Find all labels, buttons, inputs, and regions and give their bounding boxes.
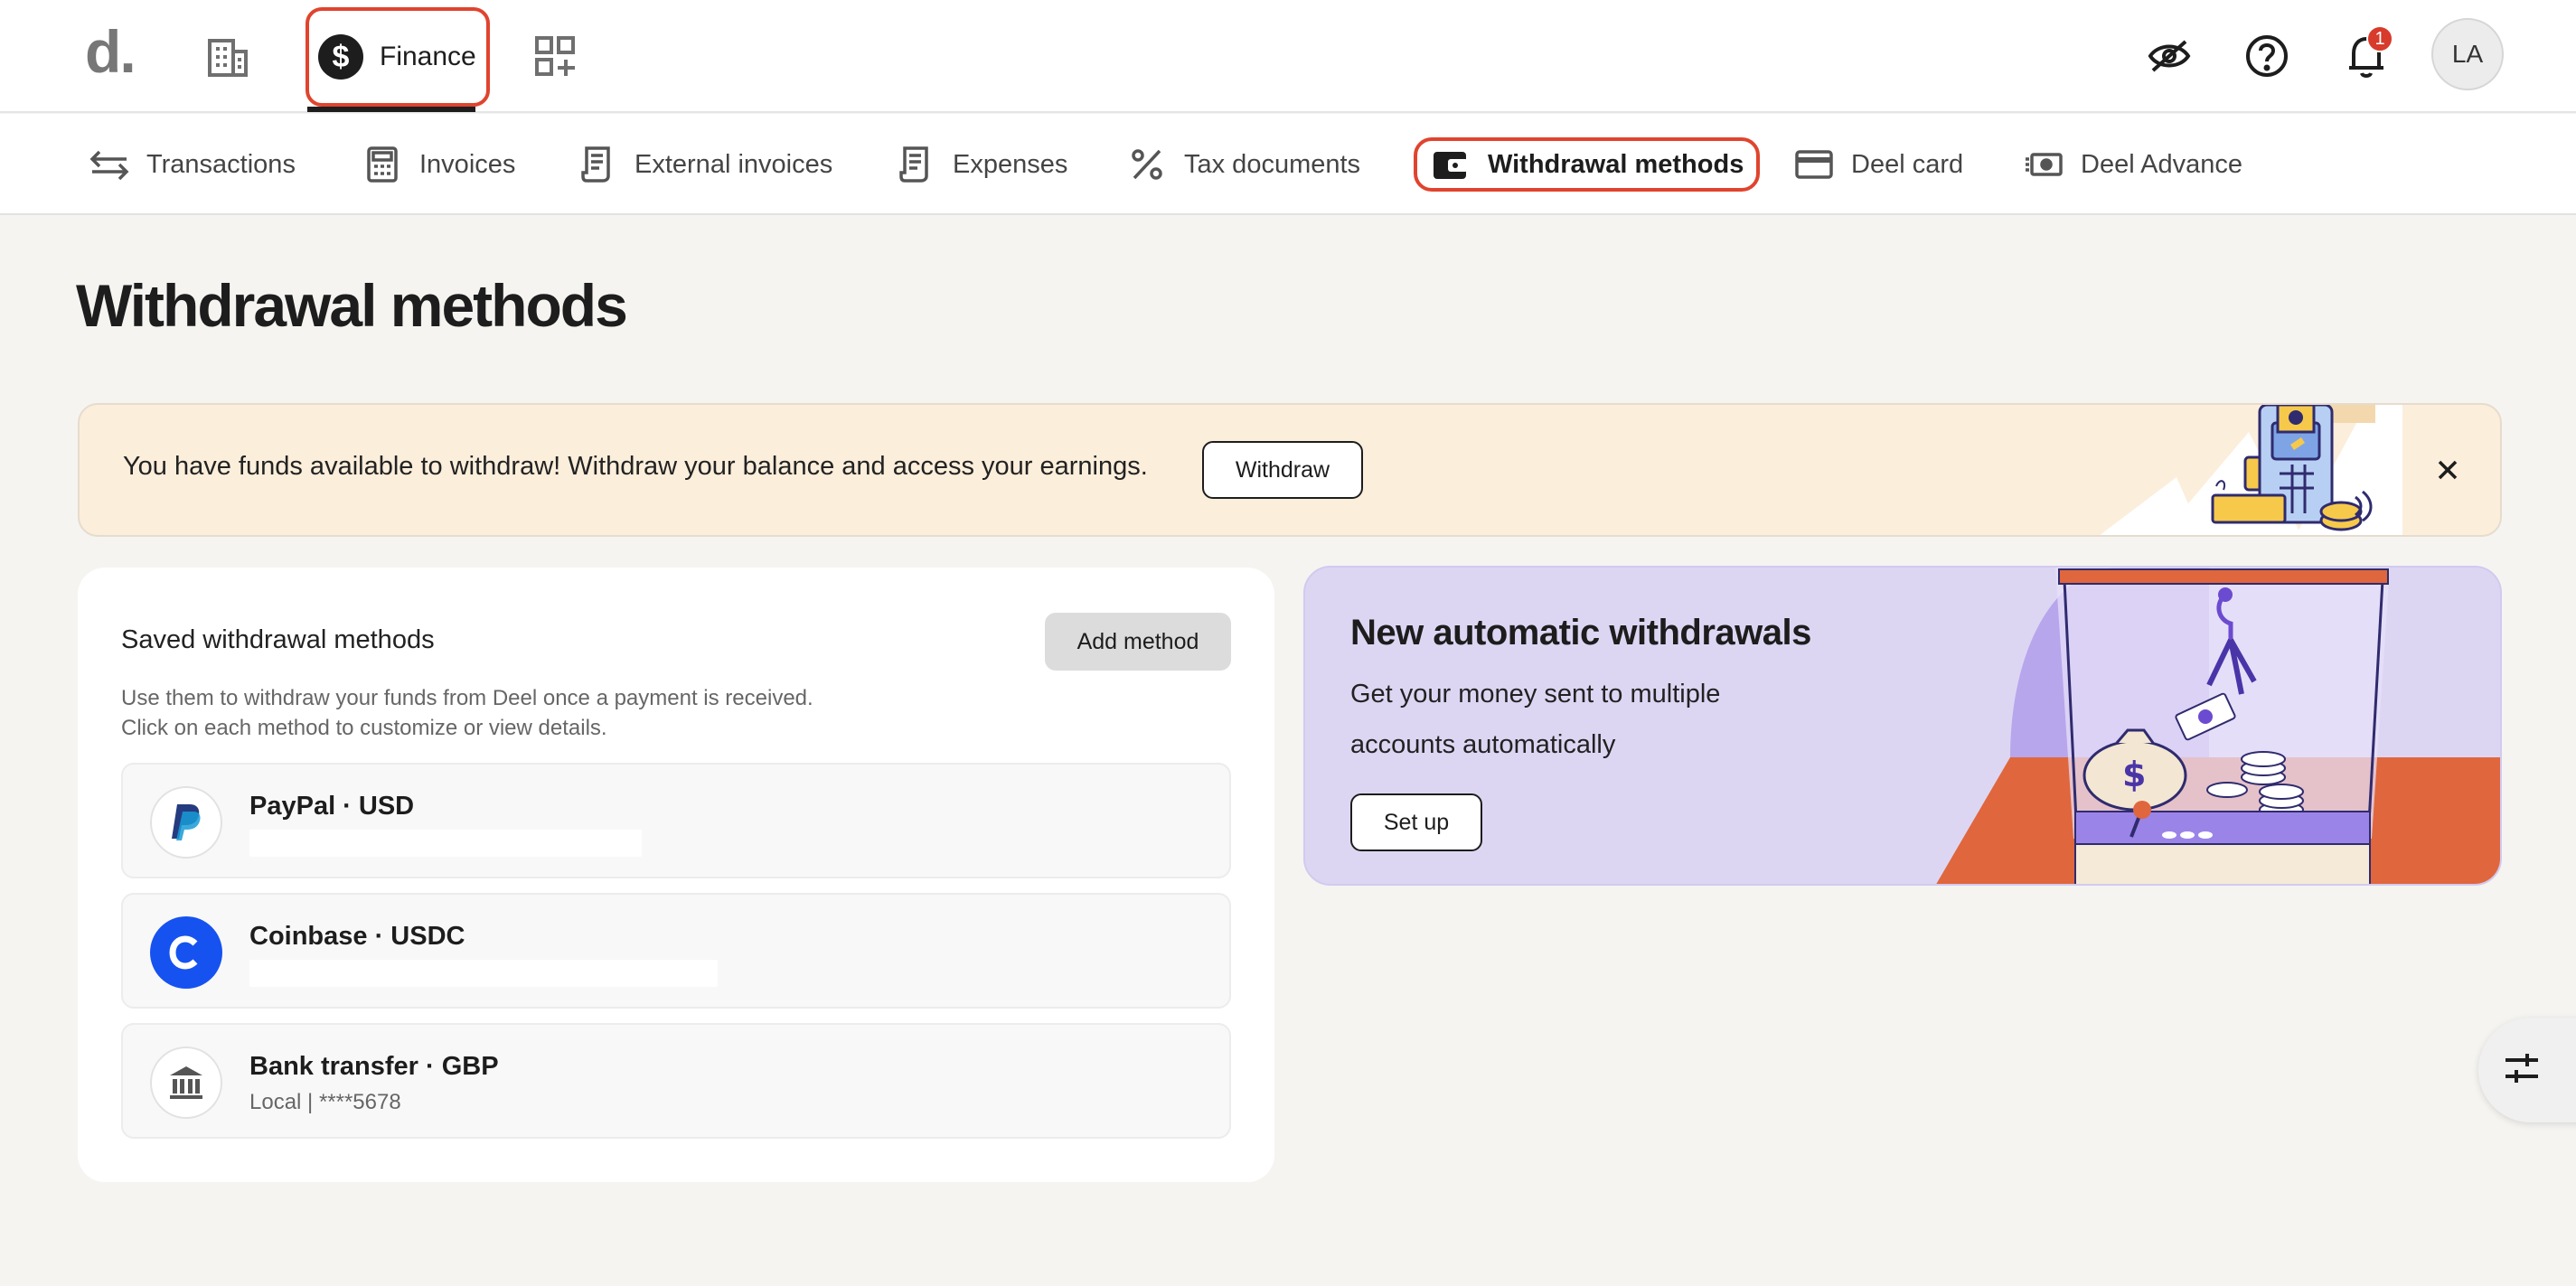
tab-label: Invoices [419, 149, 516, 179]
tab-withdrawal-methods[interactable]: Withdrawal methods [1414, 137, 1761, 192]
tab-label: Expenses [953, 149, 1068, 179]
promo-title: New automatic withdrawals [1350, 613, 1811, 652]
tab-label: Tax documents [1184, 149, 1361, 179]
percent-icon [1126, 144, 1168, 185]
method-details-redacted [249, 830, 642, 857]
tab-label: Withdrawal methods [1488, 149, 1744, 179]
finance-subnav: Transactions Invoices External invoices [0, 114, 2576, 215]
method-title: Bank transfer · GBP [249, 1052, 499, 1081]
receipt-icon [577, 144, 618, 185]
method-details-redacted [249, 960, 718, 987]
eye-off-icon[interactable] [2142, 29, 2196, 83]
avatar[interactable]: LA [2431, 18, 2504, 90]
banner-text: You have funds available to withdraw! Wi… [123, 452, 1148, 481]
tab-external-invoices[interactable]: External invoices [577, 137, 832, 192]
top-bar: d. $ Finance 1 LA [0, 0, 2576, 113]
cash-icon [2023, 144, 2064, 185]
method-subtitle: Local | ****5678 [249, 1090, 401, 1114]
tab-label: Deel card [1851, 149, 1964, 179]
bank-icon [150, 1047, 222, 1119]
calculator-icon [362, 144, 403, 185]
coinbase-icon [150, 916, 222, 989]
paypal-icon [150, 786, 222, 859]
finance-icon: $ [318, 34, 363, 80]
tab-label: Transactions [146, 149, 296, 179]
saved-methods-card: Saved withdrawal methods Add method Use … [78, 568, 1274, 1182]
payment-terminal-illustration [2068, 405, 2402, 535]
close-icon[interactable] [2424, 446, 2471, 493]
wallet-icon [1430, 144, 1471, 185]
finance-tab[interactable]: $ Finance [306, 7, 490, 107]
promo-text: Get your money sent to multiple accounts… [1350, 680, 1721, 759]
svg-text:$: $ [2122, 755, 2146, 794]
page-title: Withdrawal methods [76, 272, 628, 339]
method-title: Coinbase · USDC [249, 922, 465, 951]
saved-methods-title: Saved withdrawal methods [121, 625, 435, 654]
saved-methods-description: Use them to withdraw your funds from Dee… [121, 683, 813, 743]
method-bank-transfer[interactable]: Bank transfer · GBP Local | ****5678 [121, 1023, 1231, 1139]
withdraw-button[interactable]: Withdraw [1202, 441, 1363, 499]
automatic-withdrawals-promo: New automatic withdrawals Get your money… [1303, 566, 2502, 886]
finance-tab-label: Finance [380, 42, 476, 71]
description-line: Click on each method to customize or vie… [121, 716, 607, 740]
tab-invoices[interactable]: Invoices [362, 137, 515, 192]
method-title: PayPal · USD [249, 792, 415, 821]
claw-machine-illustration: $ [1884, 568, 2500, 884]
filter-settings-button[interactable] [2478, 1018, 2576, 1122]
tab-tax-documents[interactable]: Tax documents [1126, 137, 1360, 192]
tab-deel-card[interactable]: Deel card [1793, 137, 1963, 192]
tab-transactions[interactable]: Transactions [89, 137, 296, 192]
transfer-arrows-icon [89, 144, 130, 185]
tab-label: Deel Advance [2081, 149, 2242, 179]
help-icon[interactable] [2240, 29, 2294, 83]
apps-add-icon[interactable] [530, 31, 580, 81]
set-up-button[interactable]: Set up [1350, 793, 1482, 851]
credit-card-icon [1793, 144, 1835, 185]
method-paypal[interactable]: PayPal · USD [121, 763, 1231, 878]
tab-label: External invoices [635, 149, 833, 179]
receipt-icon [895, 144, 936, 185]
method-coinbase[interactable]: Coinbase · USDC [121, 893, 1231, 1009]
add-method-button[interactable]: Add method [1045, 613, 1231, 671]
active-tab-indicator [307, 107, 475, 112]
deel-logo[interactable]: d. [85, 22, 136, 81]
funds-available-banner: You have funds available to withdraw! Wi… [78, 403, 2502, 537]
building-icon[interactable] [202, 33, 253, 83]
sliders-icon [2504, 1052, 2540, 1089]
notification-badge: 1 [2366, 25, 2393, 52]
tab-expenses[interactable]: Expenses [895, 137, 1067, 192]
tab-deel-advance[interactable]: Deel Advance [2023, 137, 2242, 192]
description-line: Use them to withdraw your funds from Dee… [121, 686, 813, 710]
